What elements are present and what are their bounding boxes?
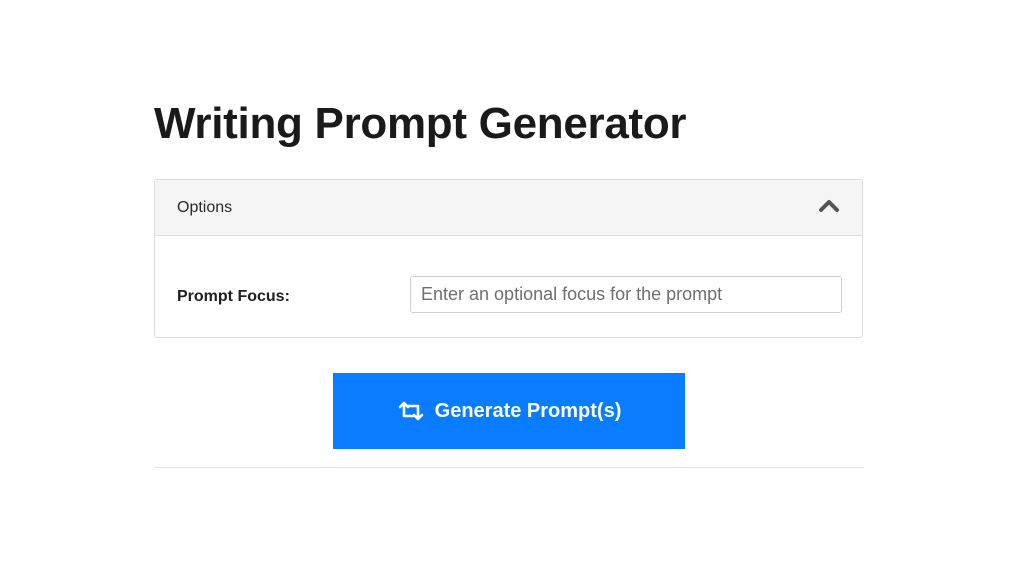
options-header[interactable]: Options	[155, 180, 862, 236]
prompt-focus-input[interactable]	[410, 276, 842, 313]
page-title: Writing Prompt Generator	[154, 99, 687, 148]
prompt-focus-label: Prompt Focus:	[177, 288, 290, 305]
options-header-label: Options	[177, 199, 233, 216]
options-panel: Options Prompt Focus:	[154, 179, 863, 338]
divider	[154, 467, 864, 468]
chevron-up-icon[interactable]	[818, 199, 840, 213]
retweet-icon	[398, 401, 423, 421]
generate-prompts-button[interactable]: Generate Prompt(s)	[333, 373, 685, 449]
generate-button-label: Generate Prompt(s)	[434, 399, 622, 422]
